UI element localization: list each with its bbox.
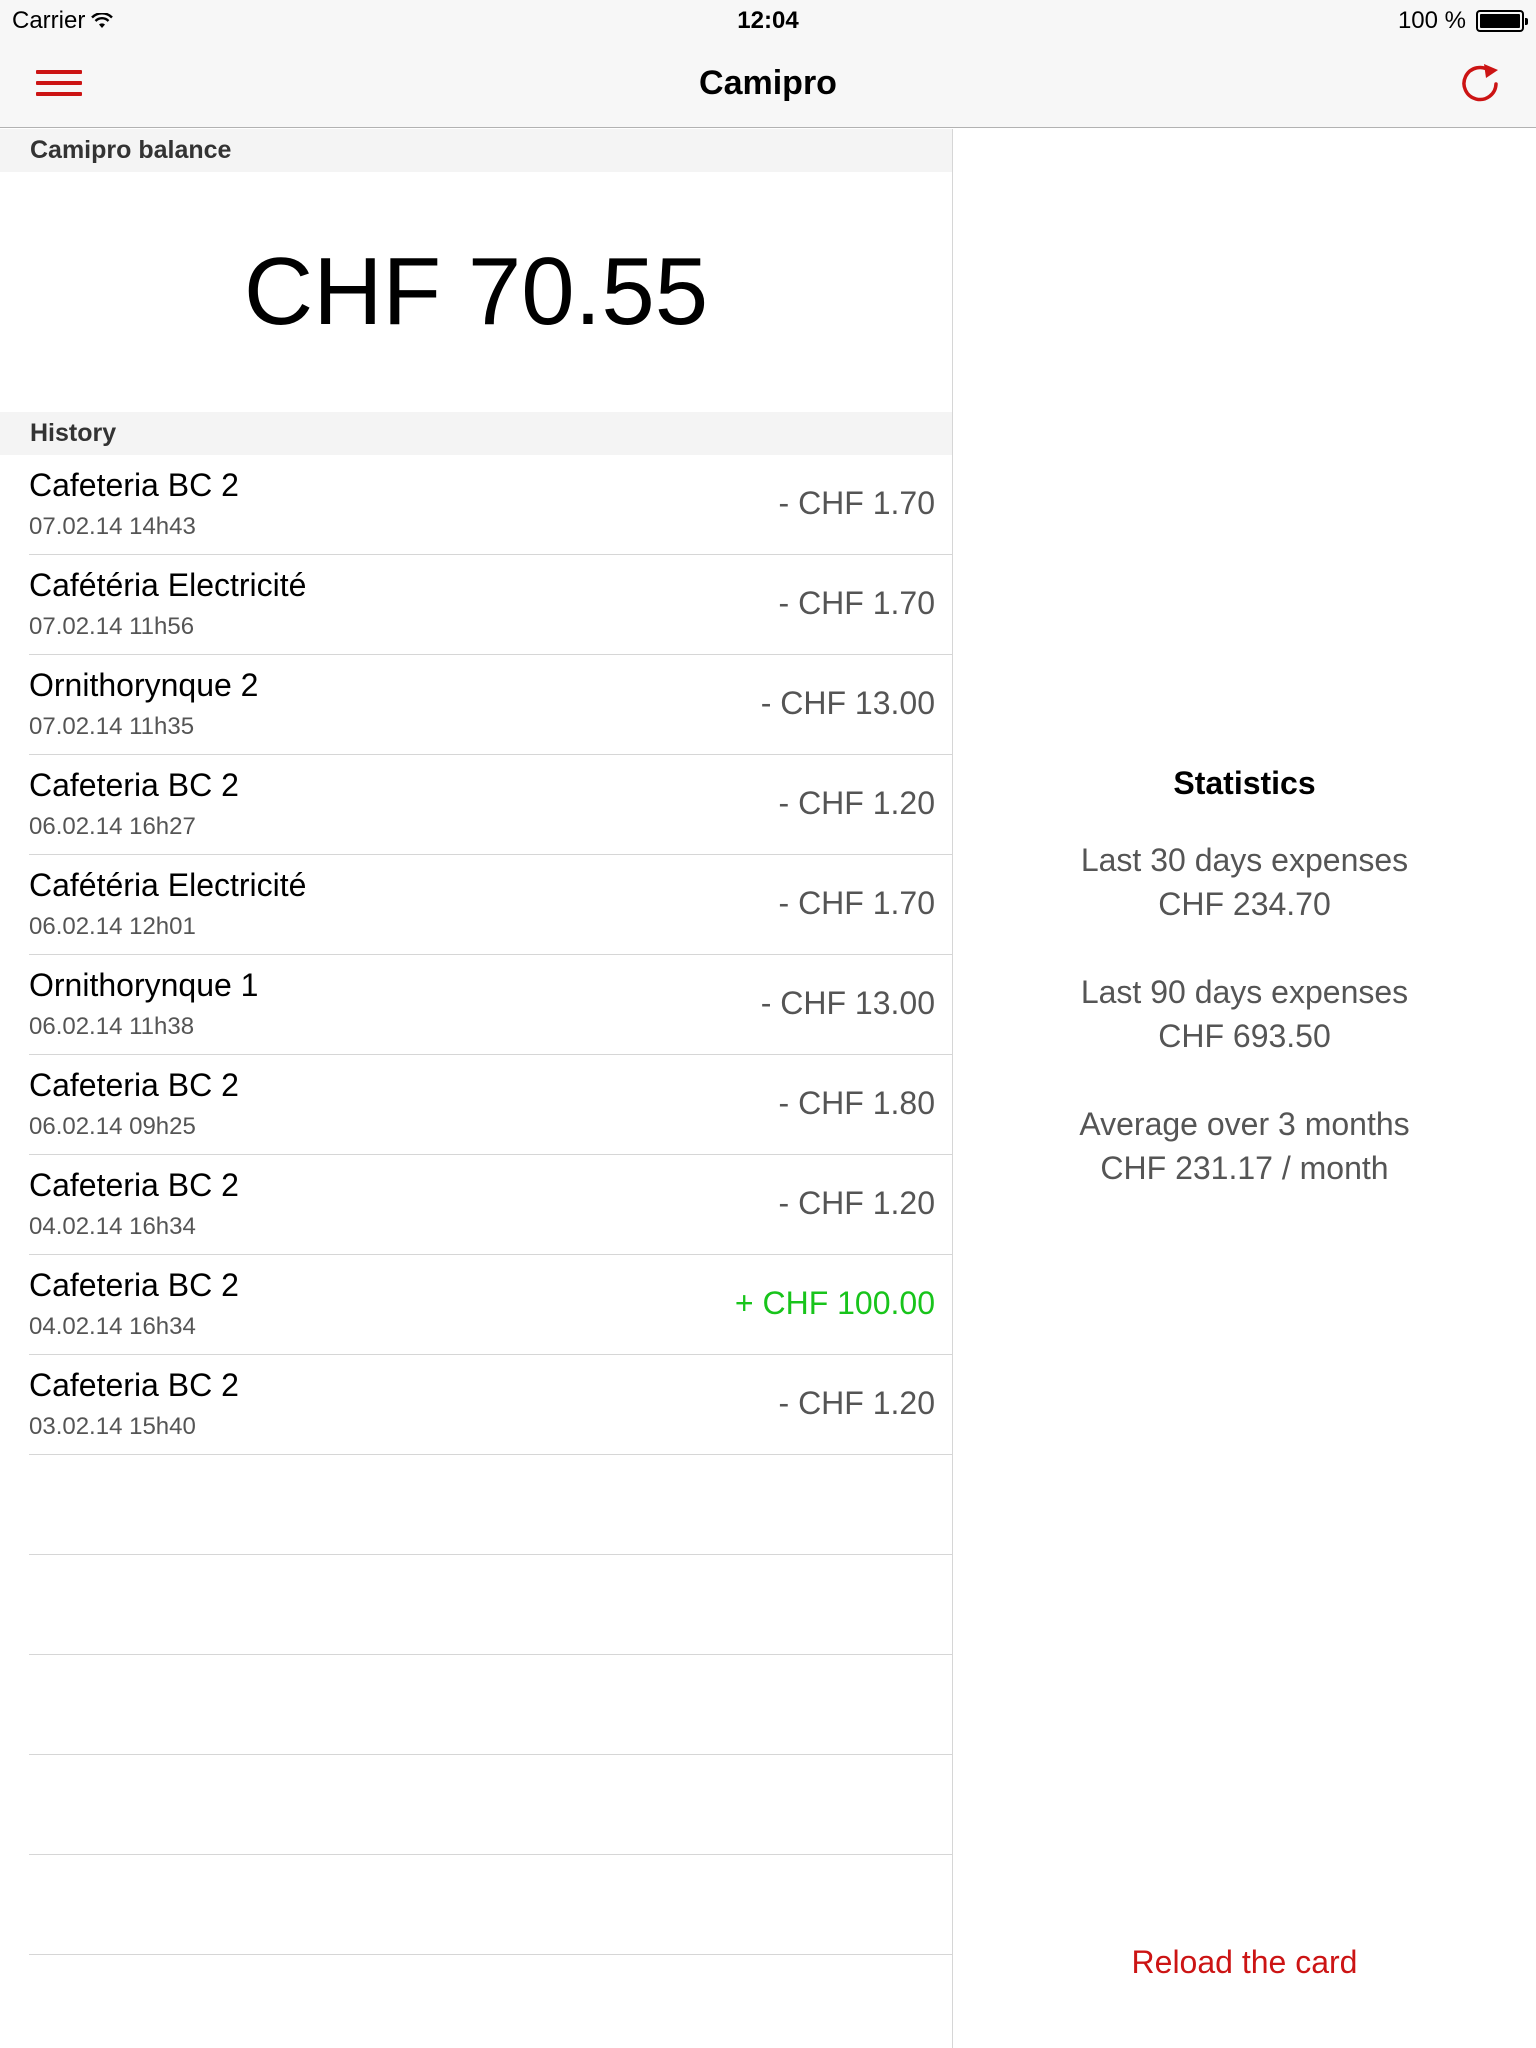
transaction-amount: - CHF 1.20	[778, 1185, 935, 1221]
transaction-place: Cafétéria Electricité	[29, 867, 307, 903]
battery-icon	[1476, 10, 1528, 32]
stat-average-3-months: Average over 3 months CHF 231.17 / month	[953, 1102, 1536, 1190]
statistics-panel: Statistics Last 30 days expenses CHF 234…	[953, 765, 1536, 1234]
empty-row	[29, 1555, 952, 1655]
stat-label: Average over 3 months	[1079, 1106, 1410, 1142]
empty-row	[29, 1455, 952, 1555]
left-pane: Camipro balance CHF 70.55 History Cafete…	[0, 129, 952, 2048]
stat-label: Last 90 days expenses	[1080, 974, 1409, 1010]
transaction-amount: - CHF 1.20	[778, 785, 935, 821]
transaction-place: Cafeteria BC 2	[29, 467, 239, 503]
status-bar: Carrier 12:04 100 %	[0, 0, 1536, 40]
refresh-icon	[1462, 64, 1498, 102]
transaction-date: 07.02.14 14h43	[29, 513, 196, 540]
transaction-amount: - CHF 1.70	[778, 885, 935, 921]
history-section-header: History	[0, 412, 952, 455]
history-row[interactable]: Ornithorynque 2 07.02.14 11h35 - CHF 13.00	[29, 655, 952, 755]
transaction-amount: - CHF 1.70	[778, 585, 935, 621]
battery-status: 100 %	[1397, 7, 1528, 35]
transaction-place: Cafeteria BC 2	[29, 1167, 239, 1203]
transaction-place: Cafeteria BC 2	[29, 1067, 239, 1103]
empty-row	[29, 1655, 952, 1755]
stat-value: CHF 234.70	[1158, 886, 1331, 922]
transaction-date: 06.02.14 09h25	[29, 1113, 196, 1140]
transaction-place: Ornithorynque 2	[29, 667, 259, 703]
history-row[interactable]: Ornithorynque 1 06.02.14 11h38 - CHF 13.00	[29, 955, 952, 1055]
transaction-date: 06.02.14 11h38	[29, 1013, 195, 1040]
transaction-amount: - CHF 1.20	[778, 1385, 935, 1421]
transaction-place: Ornithorynque 1	[29, 967, 259, 1003]
transaction-date: 04.02.14 16h34	[29, 1213, 196, 1240]
transaction-place: Cafeteria BC 2	[29, 767, 239, 803]
transaction-place: Cafétéria Electricité	[29, 567, 307, 603]
transaction-date: 07.02.14 11h35	[29, 713, 195, 740]
history-row[interactable]: Cafeteria BC 2 03.02.14 15h40 - CHF 1.20	[29, 1355, 952, 1455]
history-row[interactable]: Cafeteria BC 2 04.02.14 16h34 + CHF 100.00	[29, 1255, 952, 1355]
history-row[interactable]: Cafeteria BC 2 07.02.14 14h43 - CHF 1.70	[29, 455, 952, 555]
status-time: 12:04	[737, 7, 799, 34]
page-title: Camipro	[699, 64, 837, 102]
statistics-title: Statistics	[1173, 765, 1316, 801]
battery-percentage: 100 %	[1397, 7, 1466, 34]
history-row[interactable]: Cafétéria Electricité 07.02.14 11h56 - CHF…	[29, 555, 952, 655]
balance-section-header: Camipro balance	[0, 129, 952, 172]
stat-value: CHF 231.17 / month	[1100, 1150, 1389, 1186]
empty-row	[29, 1755, 952, 1855]
stat-label: Last 30 days expenses	[1080, 842, 1409, 878]
balance-amount: CHF 70.55	[243, 238, 709, 345]
right-pane: Statistics Last 30 days expenses CHF 234…	[953, 129, 1536, 2048]
transaction-place: Cafeteria BC 2	[29, 1367, 239, 1403]
transaction-place: Cafeteria BC 2	[29, 1267, 239, 1303]
history-row[interactable]: Cafeteria BC 2 06.02.14 16h27 - CHF 1.20	[29, 755, 952, 855]
empty-row	[29, 1855, 952, 1955]
transaction-date: 04.02.14 16h34	[29, 1313, 196, 1340]
transaction-amount: - CHF 13.00	[760, 985, 935, 1021]
transaction-date: 07.02.14 11h56	[29, 613, 195, 640]
refresh-button[interactable]	[1454, 58, 1506, 110]
transaction-amount: + CHF 100.00	[734, 1285, 935, 1321]
history-row[interactable]: Cafétéria Electricité 06.02.14 12h01 - CHF…	[29, 855, 952, 955]
transaction-date: 03.02.14 15h40	[29, 1413, 196, 1440]
stat-last-90-days: Last 90 days expenses CHF 693.50	[953, 970, 1536, 1058]
history-row[interactable]: Cafeteria BC 2 06.02.14 09h25 - CHF 1.80	[29, 1055, 952, 1155]
history-row[interactable]: Cafeteria BC 2 04.02.14 16h34 - CHF 1.20	[29, 1155, 952, 1255]
stat-value: CHF 693.50	[1158, 1018, 1331, 1054]
navigation-bar: Camipro	[0, 40, 1536, 128]
stat-last-30-days: Last 30 days expenses CHF 234.70	[953, 838, 1536, 926]
transaction-amount: - CHF 13.00	[760, 685, 935, 721]
transaction-amount: - CHF 1.70	[778, 485, 935, 521]
transaction-date: 06.02.14 12h01	[29, 913, 196, 940]
transaction-amount: - CHF 1.80	[778, 1085, 935, 1121]
transaction-date: 06.02.14 16h27	[29, 813, 196, 840]
history-list: Cafeteria BC 2 07.02.14 14h43- CHF 1.70 Ca…	[0, 455, 952, 1455]
reload-card-button[interactable]: Reload the card	[953, 1944, 1536, 1981]
